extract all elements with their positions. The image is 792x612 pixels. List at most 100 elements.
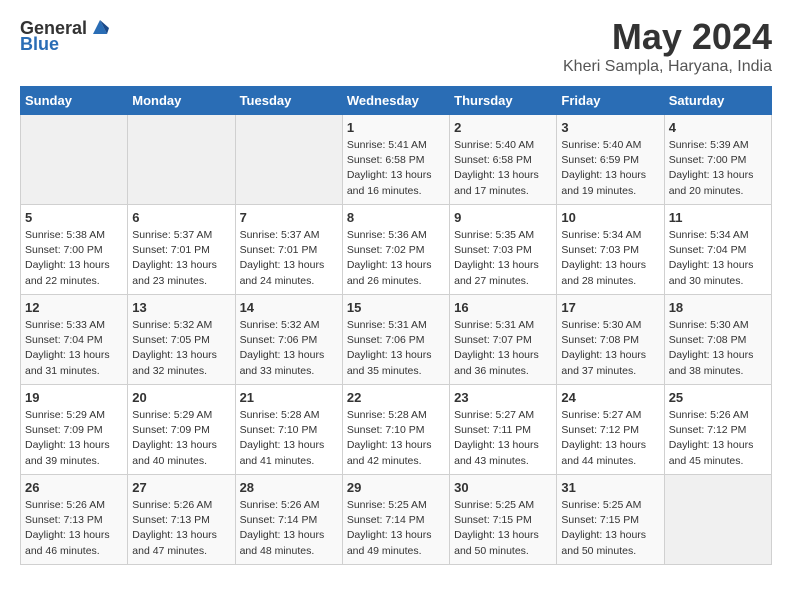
day-cell: 20 Sunrise: 5:29 AMSunset: 7:09 PMDayligh…	[128, 385, 235, 475]
week-row-3: 19 Sunrise: 5:29 AMSunset: 7:09 PMDayligh…	[21, 385, 772, 475]
day-number: 7	[240, 210, 338, 225]
week-row-4: 26Sunrise: 5:26 AMSunset: 7:13 PMDayligh…	[21, 475, 772, 565]
day-number: 21	[240, 390, 338, 405]
day-cell: 26Sunrise: 5:26 AMSunset: 7:13 PMDayligh…	[21, 475, 128, 565]
day-number: 6	[132, 210, 230, 225]
day-cell: 4 Sunrise: 5:39 AMSunset: 7:00 PMDaylight…	[664, 115, 771, 205]
day-number: 22	[347, 390, 445, 405]
day-number: 2	[454, 120, 552, 135]
day-number: 11	[669, 210, 767, 225]
day-cell	[128, 115, 235, 205]
day-info: Sunrise: 5:40 AMSunset: 6:58 PMDaylight:…	[454, 138, 552, 199]
header-cell-tuesday: Tuesday	[235, 87, 342, 115]
day-info: Sunrise: 5:40 AMSunset: 6:59 PMDaylight:…	[561, 138, 659, 199]
day-info: Sunrise: 5:33 AMSunset: 7:04 PMDaylight:…	[25, 318, 123, 379]
day-number: 30	[454, 480, 552, 495]
day-cell: 11Sunrise: 5:34 AMSunset: 7:04 PMDayligh…	[664, 205, 771, 295]
day-cell: 13 Sunrise: 5:32 AMSunset: 7:05 PMDayligh…	[128, 295, 235, 385]
day-info: Sunrise: 5:32 AMSunset: 7:06 PMDaylight:…	[240, 318, 338, 379]
week-row-0: 1 Sunrise: 5:41 AMSunset: 6:58 PMDaylight…	[21, 115, 772, 205]
day-info: Sunrise: 5:41 AMSunset: 6:58 PMDaylight:…	[347, 138, 445, 199]
header-cell-thursday: Thursday	[450, 87, 557, 115]
logo-icon	[89, 16, 111, 38]
header-cell-sunday: Sunday	[21, 87, 128, 115]
day-info: Sunrise: 5:38 AMSunset: 7:00 PMDaylight:…	[25, 228, 123, 289]
header-cell-saturday: Saturday	[664, 87, 771, 115]
day-number: 9	[454, 210, 552, 225]
day-info: Sunrise: 5:29 AMSunset: 7:09 PMDaylight:…	[132, 408, 230, 469]
day-info: Sunrise: 5:28 AMSunset: 7:10 PMDaylight:…	[240, 408, 338, 469]
day-number: 16	[454, 300, 552, 315]
day-cell: 30 Sunrise: 5:25 AMSunset: 7:15 PMDayligh…	[450, 475, 557, 565]
day-number: 5	[25, 210, 123, 225]
day-number: 27	[132, 480, 230, 495]
day-cell: 31Sunrise: 5:25 AMSunset: 7:15 PMDayligh…	[557, 475, 664, 565]
day-cell: 10 Sunrise: 5:34 AMSunset: 7:03 PMDayligh…	[557, 205, 664, 295]
calendar-table: SundayMondayTuesdayWednesdayThursdayFrid…	[20, 86, 772, 565]
day-info: Sunrise: 5:25 AMSunset: 7:14 PMDaylight:…	[347, 498, 445, 559]
day-info: Sunrise: 5:26 AMSunset: 7:14 PMDaylight:…	[240, 498, 338, 559]
day-cell	[21, 115, 128, 205]
day-number: 28	[240, 480, 338, 495]
day-cell: 16Sunrise: 5:31 AMSunset: 7:07 PMDayligh…	[450, 295, 557, 385]
day-number: 29	[347, 480, 445, 495]
day-cell: 9 Sunrise: 5:35 AMSunset: 7:03 PMDaylight…	[450, 205, 557, 295]
day-number: 12	[25, 300, 123, 315]
day-cell: 6 Sunrise: 5:37 AMSunset: 7:01 PMDaylight…	[128, 205, 235, 295]
month-year-title: May 2024	[563, 16, 772, 58]
day-cell: 7 Sunrise: 5:37 AMSunset: 7:01 PMDaylight…	[235, 205, 342, 295]
day-number: 20	[132, 390, 230, 405]
day-info: Sunrise: 5:37 AMSunset: 7:01 PMDaylight:…	[132, 228, 230, 289]
day-info: Sunrise: 5:28 AMSunset: 7:10 PMDaylight:…	[347, 408, 445, 469]
day-info: Sunrise: 5:25 AMSunset: 7:15 PMDaylight:…	[561, 498, 659, 559]
day-number: 25	[669, 390, 767, 405]
day-number: 18	[669, 300, 767, 315]
header-cell-friday: Friday	[557, 87, 664, 115]
header-cell-wednesday: Wednesday	[342, 87, 449, 115]
day-info: Sunrise: 5:31 AMSunset: 7:06 PMDaylight:…	[347, 318, 445, 379]
logo: General Blue	[20, 16, 111, 55]
day-info: Sunrise: 5:32 AMSunset: 7:05 PMDaylight:…	[132, 318, 230, 379]
day-number: 17	[561, 300, 659, 315]
header-cell-monday: Monday	[128, 87, 235, 115]
location-subtitle: Kheri Sampla, Haryana, India	[563, 58, 772, 76]
day-cell: 29 Sunrise: 5:25 AMSunset: 7:14 PMDayligh…	[342, 475, 449, 565]
day-number: 15	[347, 300, 445, 315]
day-number: 3	[561, 120, 659, 135]
day-cell: 12 Sunrise: 5:33 AMSunset: 7:04 PMDayligh…	[21, 295, 128, 385]
day-info: Sunrise: 5:30 AMSunset: 7:08 PMDaylight:…	[669, 318, 767, 379]
day-info: Sunrise: 5:27 AMSunset: 7:11 PMDaylight:…	[454, 408, 552, 469]
day-cell: 25 Sunrise: 5:26 AMSunset: 7:12 PMDayligh…	[664, 385, 771, 475]
day-cell: 24Sunrise: 5:27 AMSunset: 7:12 PMDayligh…	[557, 385, 664, 475]
day-info: Sunrise: 5:34 AMSunset: 7:03 PMDaylight:…	[561, 228, 659, 289]
day-info: Sunrise: 5:35 AMSunset: 7:03 PMDaylight:…	[454, 228, 552, 289]
day-info: Sunrise: 5:26 AMSunset: 7:12 PMDaylight:…	[669, 408, 767, 469]
day-number: 10	[561, 210, 659, 225]
day-cell: 23 Sunrise: 5:27 AMSunset: 7:11 PMDayligh…	[450, 385, 557, 475]
header-row: SundayMondayTuesdayWednesdayThursdayFrid…	[21, 87, 772, 115]
day-cell	[235, 115, 342, 205]
day-info: Sunrise: 5:29 AMSunset: 7:09 PMDaylight:…	[25, 408, 123, 469]
day-cell: 17 Sunrise: 5:30 AMSunset: 7:08 PMDayligh…	[557, 295, 664, 385]
day-number: 19	[25, 390, 123, 405]
day-cell: 15 Sunrise: 5:31 AMSunset: 7:06 PMDayligh…	[342, 295, 449, 385]
day-number: 24	[561, 390, 659, 405]
day-number: 13	[132, 300, 230, 315]
day-number: 14	[240, 300, 338, 315]
day-number: 8	[347, 210, 445, 225]
day-info: Sunrise: 5:37 AMSunset: 7:01 PMDaylight:…	[240, 228, 338, 289]
day-number: 4	[669, 120, 767, 135]
day-cell: 1 Sunrise: 5:41 AMSunset: 6:58 PMDaylight…	[342, 115, 449, 205]
title-area: May 2024 Kheri Sampla, Haryana, India	[563, 16, 772, 76]
day-number: 23	[454, 390, 552, 405]
day-cell: 22 Sunrise: 5:28 AMSunset: 7:10 PMDayligh…	[342, 385, 449, 475]
day-cell: 28 Sunrise: 5:26 AMSunset: 7:14 PMDayligh…	[235, 475, 342, 565]
week-row-2: 12 Sunrise: 5:33 AMSunset: 7:04 PMDayligh…	[21, 295, 772, 385]
day-number: 26	[25, 480, 123, 495]
day-info: Sunrise: 5:39 AMSunset: 7:00 PMDaylight:…	[669, 138, 767, 199]
day-info: Sunrise: 5:25 AMSunset: 7:15 PMDaylight:…	[454, 498, 552, 559]
day-number: 1	[347, 120, 445, 135]
day-cell: 5 Sunrise: 5:38 AMSunset: 7:00 PMDaylight…	[21, 205, 128, 295]
day-info: Sunrise: 5:30 AMSunset: 7:08 PMDaylight:…	[561, 318, 659, 379]
page-header: General Blue May 2024 Kheri Sampla, Hary…	[20, 16, 772, 76]
